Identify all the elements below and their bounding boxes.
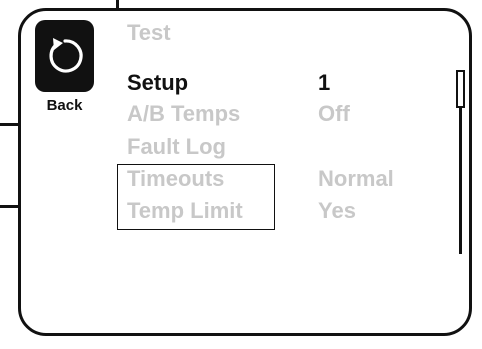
control-panel-diagram: Back Test Setup 1 A/B Temps Off Fault Lo… xyxy=(0,0,482,349)
back-button[interactable] xyxy=(35,20,94,92)
back-label: Back xyxy=(46,97,83,114)
scrollbar-thumb[interactable] xyxy=(456,70,465,108)
back-arrow-icon xyxy=(48,38,83,73)
menu-item-test[interactable]: Test xyxy=(127,20,171,46)
menu-value-ab-temps: Off xyxy=(318,101,350,126)
menu-value-setup: 1 xyxy=(318,70,331,95)
menu-item-setup[interactable]: Setup xyxy=(127,70,188,96)
menu-item-temp-limit[interactable]: Temp Limit xyxy=(127,198,243,224)
menu-item-fault-log[interactable]: Fault Log xyxy=(127,134,226,160)
menu-item-ab-temps[interactable]: A/B Temps xyxy=(127,101,240,127)
menu-value-temp-limit: Yes xyxy=(318,198,356,223)
menu-value-timeouts: Normal xyxy=(318,166,394,191)
menu-item-timeouts[interactable]: Timeouts xyxy=(127,166,224,192)
